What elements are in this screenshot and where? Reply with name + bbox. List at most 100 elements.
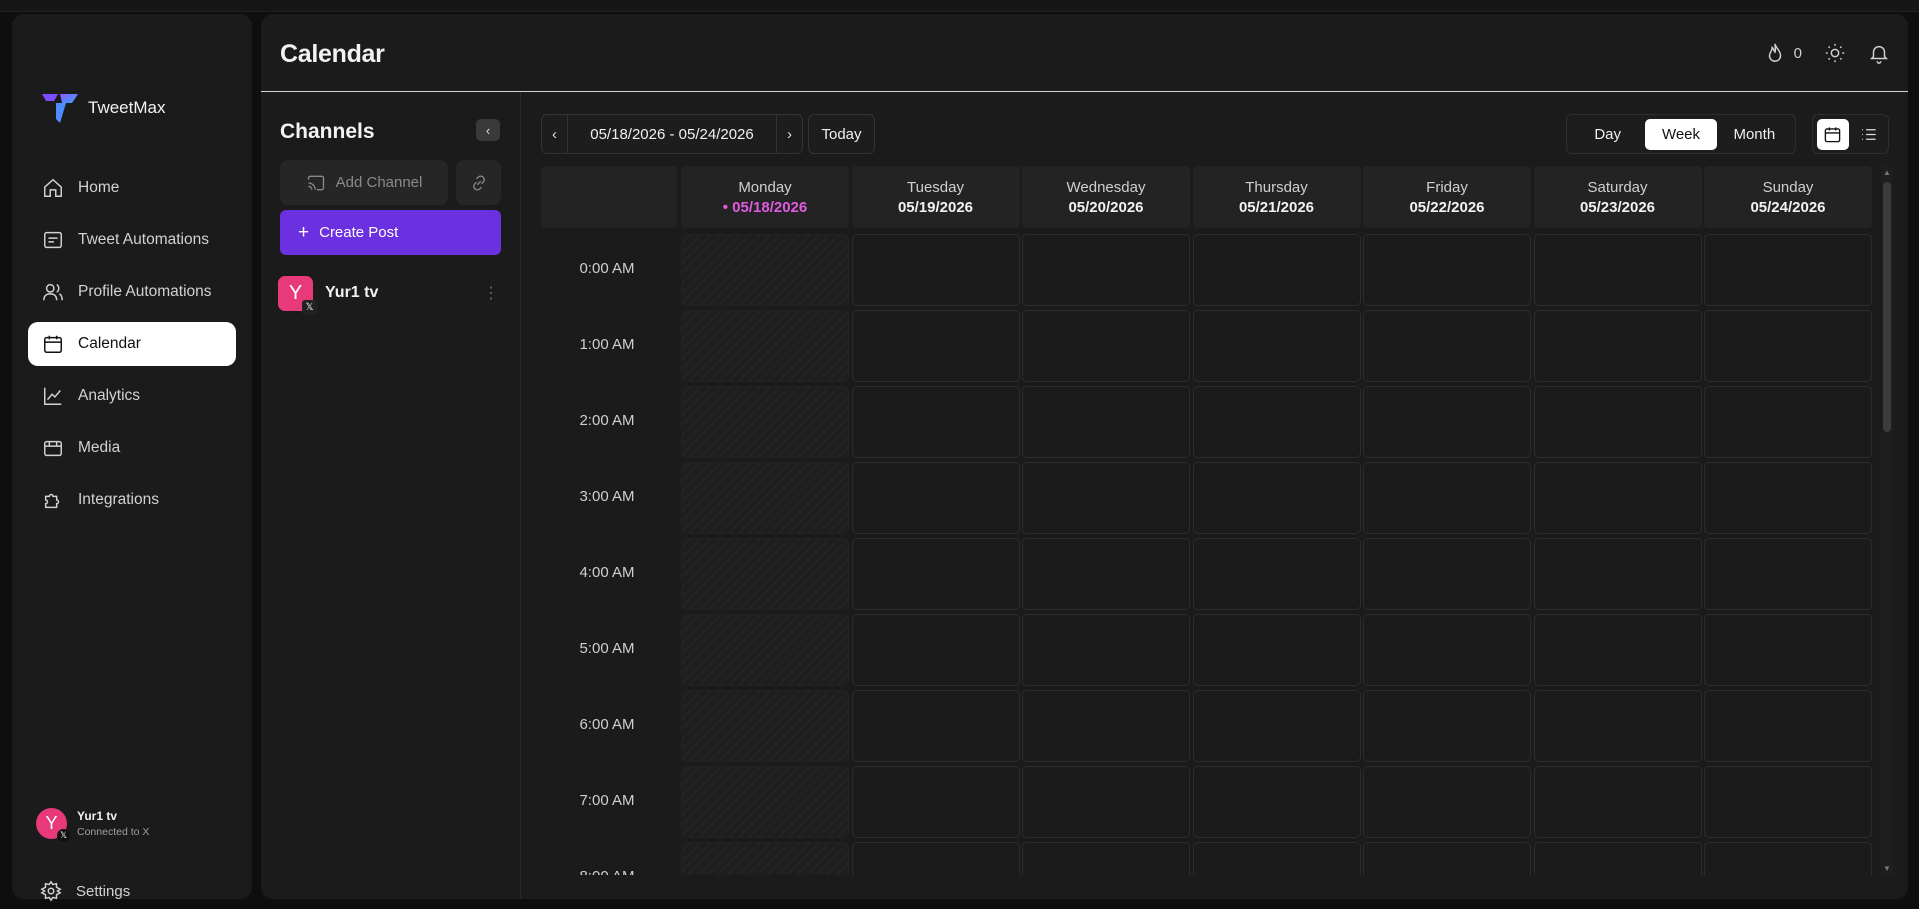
- time-slot[interactable]: [1363, 234, 1531, 306]
- time-slot[interactable]: [1363, 386, 1531, 458]
- time-slot[interactable]: [1363, 690, 1531, 762]
- next-week-button[interactable]: ›: [775, 115, 802, 153]
- day-header-tuesday[interactable]: Tuesday 05/19/2026: [851, 166, 1020, 228]
- time-slot[interactable]: [851, 842, 1020, 875]
- time-slot[interactable]: [1363, 538, 1531, 610]
- add-channel-button[interactable]: Add Channel: [280, 160, 448, 205]
- time-slot[interactable]: [681, 538, 849, 610]
- time-slot[interactable]: [1022, 310, 1190, 382]
- time-slot[interactable]: [1192, 690, 1361, 762]
- time-slot[interactable]: [1533, 538, 1702, 610]
- time-slot[interactable]: [1704, 614, 1872, 686]
- time-slot[interactable]: [851, 462, 1020, 534]
- app-logo[interactable]: TweetMax: [40, 91, 165, 125]
- time-slot[interactable]: [1704, 842, 1872, 875]
- day-header-friday[interactable]: Friday 05/22/2026: [1363, 166, 1531, 228]
- view-day-button[interactable]: Day: [1572, 119, 1643, 150]
- time-slot[interactable]: [681, 462, 849, 534]
- time-slot[interactable]: [1704, 386, 1872, 458]
- time-slot[interactable]: [1704, 538, 1872, 610]
- view-week-button[interactable]: Week: [1645, 118, 1717, 150]
- more-vertical-icon[interactable]: ⋮: [483, 283, 499, 303]
- time-slot[interactable]: [1022, 386, 1190, 458]
- view-month-button[interactable]: Month: [1719, 119, 1790, 150]
- time-slot[interactable]: [1533, 766, 1702, 838]
- time-slot[interactable]: [1192, 842, 1361, 875]
- time-slot[interactable]: [851, 310, 1020, 382]
- time-slot[interactable]: [1533, 310, 1702, 382]
- time-slot[interactable]: [1533, 386, 1702, 458]
- time-slot[interactable]: [1704, 462, 1872, 534]
- sidebar-item-profile-automations[interactable]: Profile Automations: [28, 270, 236, 314]
- sun-icon[interactable]: [1824, 42, 1846, 64]
- time-slot[interactable]: [1022, 766, 1190, 838]
- day-header-sunday[interactable]: Sunday 05/24/2026: [1704, 166, 1872, 228]
- time-slot[interactable]: [681, 386, 849, 458]
- scroll-up-icon[interactable]: ▲: [1882, 168, 1892, 177]
- time-slot[interactable]: [1533, 690, 1702, 762]
- channel-item[interactable]: Y 𝕏 Yur1 tv ⋮: [278, 275, 503, 315]
- time-slot[interactable]: [681, 614, 849, 686]
- time-slot[interactable]: [681, 842, 849, 875]
- time-slot[interactable]: [1192, 614, 1361, 686]
- day-header-wednesday[interactable]: Wednesday 05/20/2026: [1022, 166, 1190, 228]
- time-slot[interactable]: [1192, 310, 1361, 382]
- bell-icon[interactable]: [1868, 42, 1890, 64]
- time-slot[interactable]: [1704, 766, 1872, 838]
- current-user[interactable]: Y 𝕏 Yur1 tv Connected to X: [36, 808, 149, 842]
- time-slot[interactable]: [1704, 234, 1872, 306]
- settings-link[interactable]: Settings: [40, 880, 130, 902]
- time-slot[interactable]: [851, 766, 1020, 838]
- time-slot[interactable]: [851, 614, 1020, 686]
- link-channel-button[interactable]: [456, 160, 501, 205]
- time-slot[interactable]: [1022, 690, 1190, 762]
- time-slot[interactable]: [1192, 234, 1361, 306]
- time-slot[interactable]: [1533, 842, 1702, 875]
- time-slot[interactable]: [851, 386, 1020, 458]
- time-slot[interactable]: [1192, 462, 1361, 534]
- time-slot[interactable]: [851, 538, 1020, 610]
- time-slot[interactable]: [1704, 690, 1872, 762]
- sidebar-item-media[interactable]: Media: [28, 426, 236, 470]
- time-slot[interactable]: [1533, 234, 1702, 306]
- day-header-saturday[interactable]: Saturday 05/23/2026: [1533, 166, 1702, 228]
- list-mode-button[interactable]: [1853, 119, 1885, 150]
- calendar-scrollbar[interactable]: ▲ ▼: [1881, 166, 1893, 875]
- sidebar-item-tweet-automations[interactable]: Tweet Automations: [28, 218, 236, 262]
- time-slot[interactable]: [1704, 310, 1872, 382]
- time-slot[interactable]: [1363, 614, 1531, 686]
- scroll-down-icon[interactable]: ▼: [1882, 864, 1892, 873]
- time-slot[interactable]: [1022, 842, 1190, 875]
- time-slot[interactable]: [1192, 766, 1361, 838]
- collapse-channels-button[interactable]: ‹: [476, 119, 500, 141]
- time-slot[interactable]: [851, 234, 1020, 306]
- today-button[interactable]: Today: [808, 114, 875, 154]
- sidebar-item-analytics[interactable]: Analytics: [28, 374, 236, 418]
- time-slot[interactable]: [1192, 538, 1361, 610]
- time-slot[interactable]: [681, 310, 849, 382]
- time-slot[interactable]: [1192, 386, 1361, 458]
- time-slot[interactable]: [1022, 234, 1190, 306]
- time-slot[interactable]: [1363, 462, 1531, 534]
- time-slot[interactable]: [681, 234, 849, 306]
- time-slot[interactable]: [1533, 462, 1702, 534]
- time-slot[interactable]: [1363, 766, 1531, 838]
- prev-week-button[interactable]: ‹: [542, 115, 568, 153]
- time-slot[interactable]: [1533, 614, 1702, 686]
- time-slot[interactable]: [1363, 310, 1531, 382]
- streak-counter[interactable]: 0: [1764, 42, 1802, 64]
- create-post-button[interactable]: + Create Post: [280, 210, 501, 255]
- day-header-thursday[interactable]: Thursday 05/21/2026: [1192, 166, 1361, 228]
- time-slot[interactable]: [681, 766, 849, 838]
- sidebar-item-calendar[interactable]: Calendar: [28, 322, 236, 366]
- scroll-thumb[interactable]: [1883, 182, 1891, 432]
- time-slot[interactable]: [1363, 842, 1531, 875]
- time-slot[interactable]: [1022, 614, 1190, 686]
- sidebar-item-integrations[interactable]: Integrations: [28, 478, 236, 522]
- time-slot[interactable]: [1022, 538, 1190, 610]
- time-slot[interactable]: [851, 690, 1020, 762]
- sidebar-item-home[interactable]: Home: [28, 166, 236, 210]
- day-header-monday[interactable]: Monday • 05/18/2026: [681, 166, 849, 228]
- time-slot[interactable]: [1022, 462, 1190, 534]
- time-slot[interactable]: [681, 690, 849, 762]
